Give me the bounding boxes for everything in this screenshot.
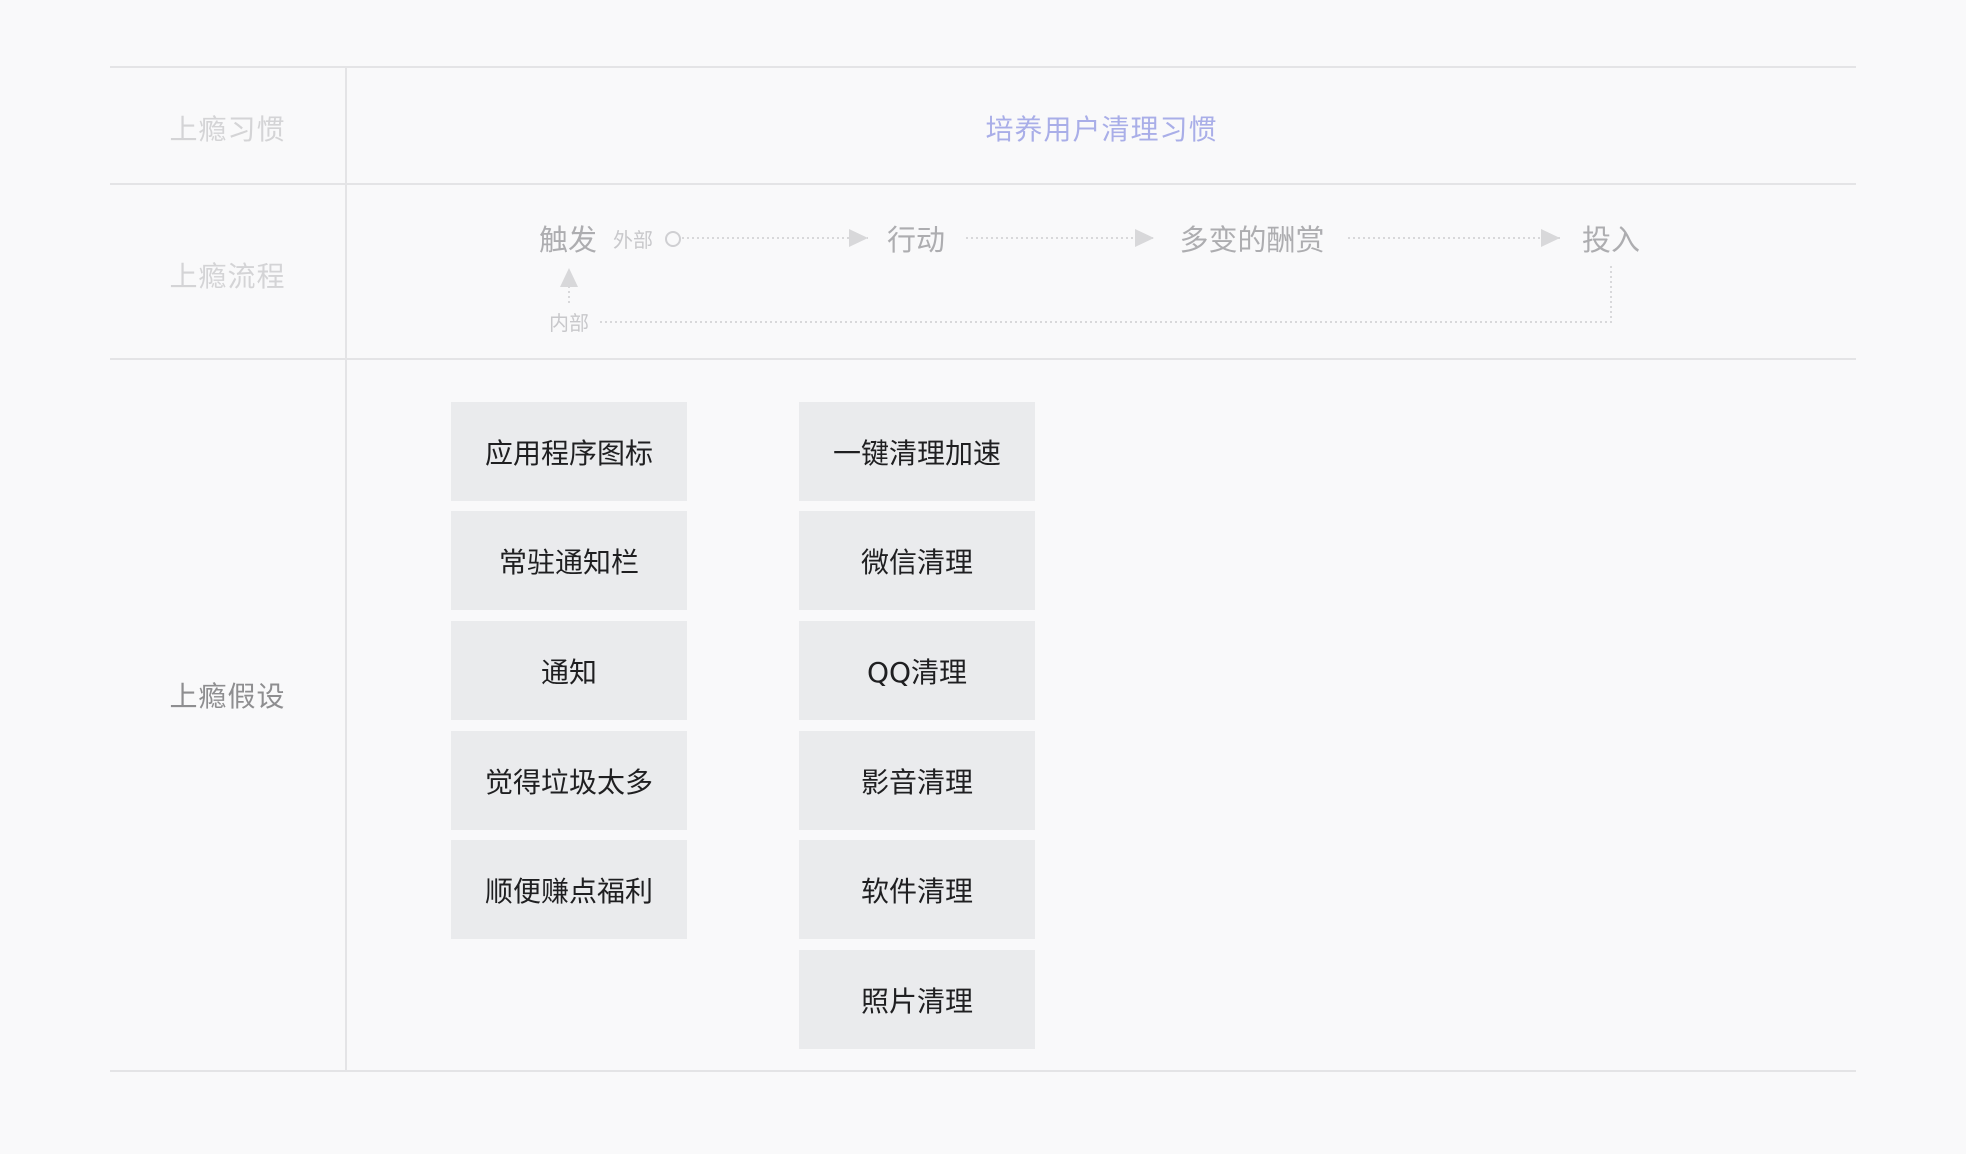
action-box-5: 软件清理	[799, 840, 1035, 939]
trigger-box-2: 常驻通知栏	[451, 511, 687, 610]
flow-tag-internal: 内部	[549, 311, 589, 335]
action-box-2: 微信清理	[799, 511, 1035, 610]
flow-node-investment: 投入	[1582, 223, 1640, 257]
flow-start-circle	[665, 231, 681, 247]
trigger-box-1: 应用程序图标	[451, 402, 687, 501]
flow-node-reward: 多变的酬赏	[1179, 223, 1324, 257]
trigger-box-4: 觉得垃圾太多	[451, 731, 687, 830]
action-box-1: 一键清理加速	[799, 402, 1035, 501]
action-box-3: QQ清理	[799, 621, 1035, 720]
action-box-6: 照片清理	[799, 950, 1035, 1049]
action-box-4: 影音清理	[799, 731, 1035, 830]
flow-node-action: 行动	[887, 223, 945, 257]
flow-tag-external: 外部	[613, 228, 653, 252]
trigger-box-5: 顺便赚点福利	[451, 840, 687, 939]
flow-feedback-line	[598, 266, 1612, 323]
flow-node-trigger: 触发	[539, 223, 597, 257]
trigger-box-3: 通知	[451, 621, 687, 720]
